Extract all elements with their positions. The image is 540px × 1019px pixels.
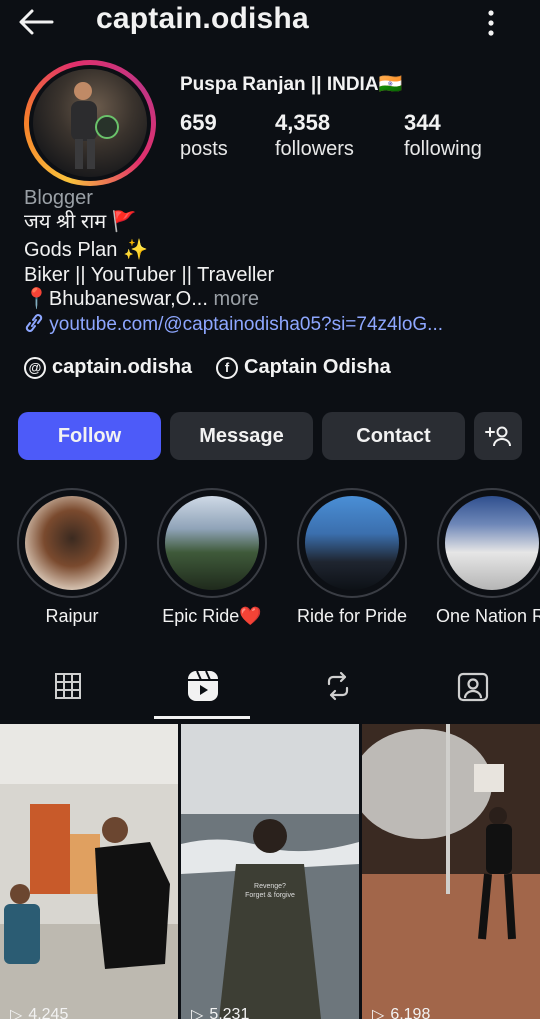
- profile-link-text: youtube.com/@captainodisha05?si=74z4loG.…: [49, 314, 444, 335]
- bio-more-link[interactable]: more: [213, 288, 259, 310]
- reel-thumbnail[interactable]: ▷ 4,245: [0, 724, 178, 1019]
- following-stat[interactable]: 344 following: [404, 110, 482, 161]
- bio-location-line: 📍Bhubaneswar,O... more: [24, 287, 259, 311]
- highlight-label: Ride for Pride: [296, 606, 408, 626]
- add-person-icon: [485, 426, 511, 447]
- suggested-users-button[interactable]: [474, 412, 522, 460]
- highlight-cover: [445, 496, 539, 590]
- following-count: 344: [404, 110, 441, 135]
- profile-username: captain.odisha: [96, 2, 309, 35]
- bio-line-3: Biker || YouTuber || Traveller: [24, 264, 275, 286]
- highlight-cover: [25, 496, 119, 590]
- link-icon: [25, 314, 43, 332]
- reel-thumbnail[interactable]: Revenge? Forget & forgive ▷ 5,231: [181, 724, 359, 1019]
- facebook-name: Captain Odisha: [244, 356, 391, 378]
- followers-count: 4,358: [275, 110, 331, 135]
- bio-line-1: जय श्री राम 🚩: [24, 211, 137, 233]
- tab-reposts[interactable]: [270, 664, 405, 708]
- highlight-ride-for-pride[interactable]: Ride for Pride: [296, 488, 408, 627]
- bio-location: 📍Bhubaneswar,O...: [24, 288, 208, 310]
- reel-view-count: ▷ 6,198: [372, 1005, 430, 1019]
- tab-tagged[interactable]: [405, 664, 540, 708]
- facebook-profile-link[interactable]: f Captain Odisha: [216, 356, 391, 379]
- reel-view-count: ▷ 5,231: [191, 1005, 249, 1019]
- threads-profile-link[interactable]: @ captain.odisha: [24, 356, 192, 379]
- play-icon: ▷: [372, 1007, 385, 1019]
- profile-category: Blogger: [24, 187, 93, 209]
- follow-button[interactable]: Follow: [18, 412, 161, 460]
- contact-button[interactable]: Contact: [322, 412, 465, 460]
- top-bar: captain.odisha: [0, 0, 540, 46]
- profile-full-name: Puspa Ranjan || INDIA🇮🇳: [180, 74, 403, 95]
- threads-icon: @: [24, 356, 46, 379]
- reel-image: [181, 724, 359, 1019]
- posts-label: posts: [180, 138, 228, 160]
- profile-avatar[interactable]: [24, 60, 156, 186]
- reel-view-count: ▷ 4,245: [10, 1005, 68, 1019]
- reel-caption: Revenge? Forget & forgive: [245, 883, 295, 899]
- reel-image: [0, 724, 178, 1019]
- highlight-cover: [165, 496, 259, 590]
- followers-label: followers: [275, 138, 354, 160]
- tab-posts-grid[interactable]: [0, 664, 135, 708]
- play-icon: ▷: [191, 1007, 204, 1019]
- highlight-label: One Nation Ri: [436, 606, 540, 626]
- facebook-icon: f: [216, 356, 238, 379]
- message-button[interactable]: Message: [170, 412, 313, 460]
- tagged-icon: [457, 672, 488, 702]
- highlight-epic-ride[interactable]: Epic Ride❤️: [156, 488, 268, 627]
- highlight-label: Raipur: [45, 606, 99, 626]
- bio-line-2: Gods Plan ✨: [24, 239, 148, 261]
- grid-icon: [54, 673, 81, 699]
- posts-stat[interactable]: 659 posts: [180, 110, 228, 161]
- profile-link[interactable]: youtube.com/@captainodisha05?si=74z4loG.…: [24, 314, 443, 336]
- reels-icon: [187, 670, 218, 701]
- avatar-photo: [33, 69, 147, 177]
- back-arrow-icon[interactable]: [18, 8, 54, 36]
- posts-count: 659: [180, 110, 217, 135]
- highlight-one-nation[interactable]: One Nation Ri: [436, 488, 540, 627]
- following-label: following: [404, 138, 482, 160]
- threads-handle: captain.odisha: [52, 356, 193, 378]
- active-tab-indicator: [154, 716, 250, 719]
- more-vertical-icon[interactable]: [480, 8, 502, 38]
- play-icon: ▷: [10, 1007, 23, 1019]
- highlight-raipur[interactable]: Raipur: [16, 488, 128, 627]
- highlight-cover: [305, 496, 399, 590]
- reel-thumbnail[interactable]: ▷ 6,198: [362, 724, 540, 1019]
- reel-image: [362, 724, 540, 1019]
- highlight-label: Epic Ride❤️: [162, 606, 262, 626]
- followers-stat[interactable]: 4,358 followers: [275, 110, 354, 161]
- repost-icon: [327, 671, 348, 701]
- tab-reels[interactable]: [135, 664, 270, 708]
